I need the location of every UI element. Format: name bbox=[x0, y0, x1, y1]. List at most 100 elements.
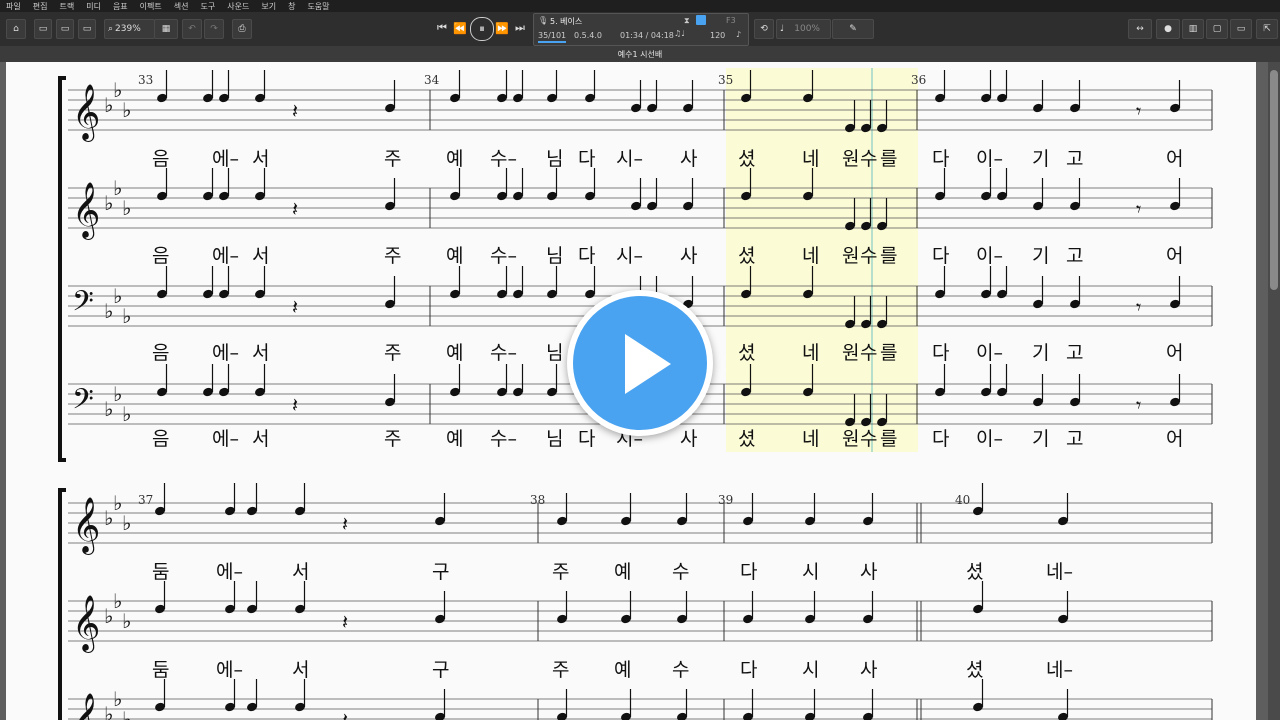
lyric-syllable: 서 bbox=[252, 148, 269, 170]
rest: 𝄽 bbox=[342, 610, 348, 634]
lyric-syllable: 셨 bbox=[966, 561, 983, 583]
lyric-syllable: 수 bbox=[860, 342, 877, 364]
flat-sign: ♭ bbox=[122, 196, 131, 220]
rest: 𝄾 bbox=[1136, 295, 1141, 319]
rest: 𝄽 bbox=[292, 393, 298, 417]
lyric-syllable: 님 bbox=[546, 148, 563, 170]
lyric-syllable: 고 bbox=[1066, 428, 1083, 450]
flat-sign: ♭ bbox=[122, 511, 131, 535]
lyric-syllable: 구 bbox=[432, 659, 449, 681]
lyric-syllable: 수 bbox=[860, 428, 877, 450]
measure-number: 38 bbox=[530, 493, 545, 507]
flat-sign: ♭ bbox=[122, 609, 131, 633]
lyric-syllable: 이– bbox=[976, 245, 1003, 267]
lyric-syllable: 기 bbox=[1032, 245, 1049, 267]
measure-number: 34 bbox=[424, 73, 440, 87]
lyric-syllable: 둠 bbox=[152, 659, 169, 681]
treble-clef: 𝄞 bbox=[72, 497, 100, 555]
lyric-syllable: 님 bbox=[546, 342, 563, 364]
lyric-syllable: 에– bbox=[212, 428, 239, 450]
lyric-syllable: 예 bbox=[446, 428, 463, 450]
lyric-syllable: 서 bbox=[292, 561, 309, 583]
rest: 𝄽 bbox=[342, 708, 348, 720]
lyric-syllable: 음 bbox=[152, 342, 169, 364]
lyric-syllable: 주 bbox=[552, 659, 569, 681]
lyric-syllable: 서 bbox=[252, 342, 269, 364]
lyric-syllable: 셨 bbox=[966, 659, 983, 681]
lyric-syllable: 예 bbox=[614, 659, 631, 681]
bass-clef: 𝄢 bbox=[72, 285, 94, 325]
measure-number: 33 bbox=[138, 73, 153, 87]
measure-number: 35 bbox=[718, 73, 733, 87]
lyric-syllable: 사 bbox=[680, 245, 697, 267]
lyric-syllable: 수– bbox=[490, 245, 517, 267]
lyric-syllable: 다 bbox=[578, 428, 595, 450]
treble-clef: 𝄞 bbox=[72, 693, 100, 720]
treble-clef: 𝄞 bbox=[72, 182, 100, 240]
rest: 𝄾 bbox=[1136, 197, 1141, 221]
lyric-syllable: 고 bbox=[1066, 245, 1083, 267]
lyric-syllable: 를 bbox=[880, 428, 897, 450]
lyric-syllable: 사 bbox=[680, 148, 697, 170]
lyric-syllable: 기 bbox=[1032, 342, 1049, 364]
lyric-syllable: 어 bbox=[1166, 148, 1183, 170]
lyric-syllable: 수– bbox=[490, 342, 517, 364]
lyric-syllable: 서 bbox=[292, 659, 309, 681]
lyric-syllable: 수 bbox=[672, 659, 689, 681]
flat-sign: ♭ bbox=[122, 304, 131, 328]
lyric-syllable: 음 bbox=[152, 148, 169, 170]
system-bracket-2 bbox=[58, 488, 66, 720]
lyric-syllable: 주 bbox=[384, 245, 401, 267]
treble-clef: 𝄞 bbox=[72, 84, 100, 142]
rest: 𝄽 bbox=[292, 197, 298, 221]
lyric-syllable: 수– bbox=[490, 148, 517, 170]
lyric-syllable: 주 bbox=[384, 342, 401, 364]
lyric-syllable: 서 bbox=[252, 245, 269, 267]
lyric-syllable: 예 bbox=[446, 245, 463, 267]
lyric-syllable: 님 bbox=[546, 428, 563, 450]
lyric-syllable: 셨 bbox=[738, 342, 755, 364]
lyric-syllable: 고 bbox=[1066, 148, 1083, 170]
lyric-syllable: 수– bbox=[490, 428, 517, 450]
system-bracket bbox=[58, 76, 66, 462]
lyric-syllable: 네– bbox=[1046, 659, 1073, 681]
lyric-syllable: 둠 bbox=[152, 561, 169, 583]
lyric-syllable: 네– bbox=[1046, 561, 1073, 583]
lyric-syllable: 이– bbox=[976, 342, 1003, 364]
lyric-syllable: 다 bbox=[740, 659, 757, 681]
lyric-syllable: 를 bbox=[880, 342, 897, 364]
bass-clef: 𝄢 bbox=[72, 383, 94, 423]
lyric-syllable: 다 bbox=[932, 245, 949, 267]
lyric-syllable: 다 bbox=[932, 148, 949, 170]
lyric-syllable: 어 bbox=[1166, 342, 1183, 364]
lyric-syllable: 네 bbox=[802, 428, 819, 450]
lyric-syllable: 음 bbox=[152, 428, 169, 450]
play-video-button[interactable] bbox=[567, 290, 713, 436]
lyric-syllable: 에– bbox=[216, 561, 243, 583]
lyric-syllable: 원 bbox=[842, 342, 859, 364]
lyric-syllable: 이– bbox=[976, 148, 1003, 170]
lyric-syllable: 수 bbox=[860, 245, 877, 267]
lyric-syllable: 음 bbox=[152, 245, 169, 267]
lyric-syllable: 원 bbox=[842, 148, 859, 170]
lyric-syllable: 사 bbox=[860, 561, 877, 583]
lyric-syllable: 에– bbox=[212, 245, 239, 267]
lyric-syllable: 다 bbox=[578, 245, 595, 267]
lyric-syllable: 셨 bbox=[738, 245, 755, 267]
lyric-syllable: 네 bbox=[802, 245, 819, 267]
lyric-syllable: 를 bbox=[880, 148, 897, 170]
lyric-syllable: 원 bbox=[842, 245, 859, 267]
lyric-syllable: 고 bbox=[1066, 342, 1083, 364]
lyric-syllable: 에– bbox=[216, 659, 243, 681]
lyric-syllable: 셨 bbox=[738, 428, 755, 450]
lyric-syllable: 다 bbox=[578, 148, 595, 170]
flat-sign: ♭ bbox=[122, 707, 131, 720]
lyric-syllable: 어 bbox=[1166, 428, 1183, 450]
treble-clef: 𝄞 bbox=[72, 595, 100, 653]
lyric-syllable: 시 bbox=[802, 561, 819, 583]
lyric-syllable: 다 bbox=[740, 561, 757, 583]
lyric-syllable: 주 bbox=[384, 148, 401, 170]
measure-number: 40 bbox=[955, 493, 970, 507]
lyric-syllable: 구 bbox=[432, 561, 449, 583]
lyric-syllable: 예 bbox=[614, 561, 631, 583]
